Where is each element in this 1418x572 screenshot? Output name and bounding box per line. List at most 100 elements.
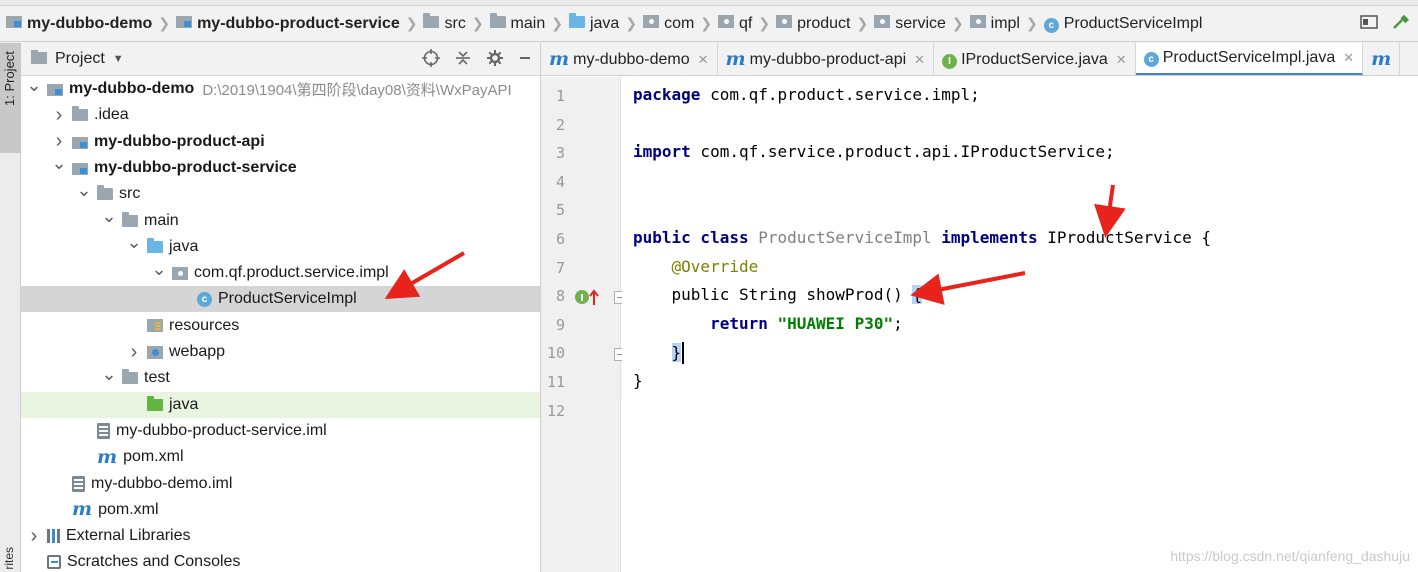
code-token: @Override xyxy=(671,256,759,276)
line-number: 4 xyxy=(555,172,565,191)
watermark-text: https://blog.csdn.net/qianfeng_dashuju xyxy=(1170,548,1410,564)
tree-item[interactable]: › webapp xyxy=(21,339,540,365)
tree-item[interactable]: resources xyxy=(21,313,540,339)
project-tool-button[interactable]: 1: Project xyxy=(0,43,21,153)
chevron-right-icon: ❯ xyxy=(405,15,418,31)
code-line[interactable]: public class ProductServiceImpl implemen… xyxy=(633,228,1211,247)
tree-item[interactable]: ⌄ java xyxy=(21,232,540,260)
project-tool-window: Project ▼ ⌄ my-dubbo-demo D:\2019\1904\第四阶… xyxy=(21,43,541,572)
close-icon[interactable]: ✕ xyxy=(1343,50,1354,66)
breadcrumb-item[interactable]: c ProductServiceImpl xyxy=(1043,6,1209,42)
code-line[interactable]: } xyxy=(633,342,685,365)
tree-item[interactable]: java xyxy=(21,391,540,418)
breadcrumb-item[interactable]: my-dubbo-demo ❯ xyxy=(6,6,176,42)
tree-item[interactable]: ⌄ test xyxy=(21,364,540,391)
chevron-down-icon[interactable]: ⌄ xyxy=(26,75,41,96)
maven-icon: m xyxy=(725,47,746,70)
tree-item[interactable]: my-dubbo-demo.iml xyxy=(21,471,540,497)
tree-item[interactable]: ⌄ my-dubbo-product-service xyxy=(21,153,540,181)
tree-item[interactable]: c ProductServiceImpl xyxy=(21,286,540,313)
project-panel-tools xyxy=(422,43,532,76)
module-folder-icon xyxy=(72,135,88,149)
project-tool-label: 1: Project xyxy=(2,51,17,106)
code-line[interactable]: import com.qf.service.product.api.IProdu… xyxy=(633,142,1115,161)
breadcrumb-label: ProductServiceImpl xyxy=(1063,14,1203,32)
matched-brace: { xyxy=(912,285,922,305)
build-hammer-icon[interactable] xyxy=(1392,14,1410,34)
favorites-tool-label[interactable]: rites xyxy=(2,547,16,570)
folder-icon xyxy=(423,12,440,28)
editor-tab[interactable]: m my-dubbo-product-api ✕ xyxy=(718,43,935,75)
breadcrumb-item[interactable]: impl ❯ xyxy=(969,6,1044,42)
code-line[interactable]: } xyxy=(633,371,643,390)
settings-gear-icon[interactable] xyxy=(486,49,504,71)
close-icon[interactable]: ✕ xyxy=(698,52,709,68)
chevron-down-icon[interactable]: ⌄ xyxy=(126,232,141,253)
breadcrumb-item[interactable]: qf ❯ xyxy=(718,6,776,42)
project-view-selector[interactable]: Project xyxy=(55,50,105,68)
chevron-down-icon[interactable]: ⌄ xyxy=(101,206,116,227)
code-token: package xyxy=(633,85,701,104)
close-icon[interactable]: ✕ xyxy=(1116,52,1127,68)
interface-icon: I xyxy=(942,53,958,69)
tree-item[interactable]: ⌄ main xyxy=(21,206,540,234)
line-number: 2 xyxy=(555,115,565,134)
module-folder-icon xyxy=(176,14,193,28)
chevron-down-icon[interactable]: ▼ xyxy=(113,53,124,65)
chevron-right-icon[interactable]: › xyxy=(27,525,41,548)
breadcrumb-item[interactable]: java ❯ xyxy=(568,6,643,42)
collapse-all-icon[interactable] xyxy=(454,49,472,71)
tree-item[interactable]: ⌄ my-dubbo-demo D:\2019\1904\第四阶段\day08\资料… xyxy=(21,75,540,102)
chevron-down-icon[interactable]: ⌄ xyxy=(51,153,66,174)
locate-target-icon[interactable] xyxy=(422,48,440,71)
editor-tab[interactable]: c ProductServiceImpl.java ✕ xyxy=(1135,43,1364,75)
code-line[interactable]: return "HUAWEI P30"; xyxy=(633,314,903,333)
class-icon: c xyxy=(197,291,212,307)
code-token: import xyxy=(633,142,691,162)
code-line[interactable]: @Override xyxy=(633,256,759,276)
code-area[interactable]: package com.qf.product.service.impl; impo… xyxy=(622,77,1418,572)
hide-panel-icon[interactable] xyxy=(518,49,532,71)
tab-overflow[interactable]: m xyxy=(1363,43,1401,75)
tree-item[interactable]: Scratches and Consoles xyxy=(21,549,540,572)
chevron-down-icon[interactable]: ⌄ xyxy=(101,364,116,385)
chevron-right-icon[interactable]: › xyxy=(52,130,66,153)
breadcrumb-item[interactable]: src ❯ xyxy=(423,6,489,42)
editor-tab[interactable]: m my-dubbo-demo ✕ xyxy=(541,43,718,75)
code-line[interactable]: public String showProd() { xyxy=(633,285,922,305)
tree-item[interactable]: › my-dubbo-product-api xyxy=(21,129,540,155)
tree-item[interactable]: my-dubbo-product-service.iml xyxy=(21,418,540,444)
implements-method-icon[interactable]: I xyxy=(574,287,600,311)
code-token: com.qf.service.product.api.IProductServi… xyxy=(690,142,1115,162)
code-line[interactable]: package com.qf.product.service.impl; xyxy=(633,85,980,104)
editor-gutter: 1 2 3 4 5 6 7 8 9 10 11 12 I xyxy=(541,77,627,572)
breadcrumb-item[interactable]: com ❯ xyxy=(643,6,718,42)
layout-toggle-icon[interactable] xyxy=(1360,14,1378,34)
chevron-right-icon[interactable]: › xyxy=(52,104,66,127)
tree-item[interactable]: ⌄ com.qf.product.service.impl xyxy=(21,259,540,286)
folder-icon xyxy=(72,106,88,122)
tab-label: my-dubbo-product-api xyxy=(749,50,907,68)
source-folder-icon xyxy=(568,12,585,28)
chevron-right-icon[interactable]: › xyxy=(127,341,141,364)
chevron-down-icon[interactable]: ⌄ xyxy=(76,180,91,201)
chevron-down-icon[interactable]: ⌄ xyxy=(151,259,166,280)
breadcrumb-item[interactable]: product ❯ xyxy=(776,6,874,42)
close-icon[interactable]: ✕ xyxy=(914,52,925,68)
breadcrumb-item[interactable]: main ❯ xyxy=(489,6,569,42)
tree-item[interactable]: m pom.xml xyxy=(21,444,540,470)
tree-item[interactable]: ⌄ src xyxy=(21,180,540,207)
breadcrumb-item[interactable]: service ❯ xyxy=(874,6,969,42)
tree-item[interactable]: › External Libraries xyxy=(21,523,540,549)
code-token: "HUAWEI P30" xyxy=(777,313,894,333)
breadcrumb-item[interactable]: my-dubbo-product-service ❯ xyxy=(176,6,423,42)
tree-item[interactable]: › .idea xyxy=(21,102,540,128)
line-number: 10 xyxy=(546,344,565,363)
code-editor: m my-dubbo-demo ✕ m my-dubbo-product-api ✕ I IP… xyxy=(541,43,1418,572)
tree-item[interactable]: m pom.xml xyxy=(21,497,540,523)
editor-tab[interactable]: I IProductService.java ✕ xyxy=(934,43,1136,75)
breadcrumb-label: my-dubbo-product-service xyxy=(197,14,400,32)
line-number: 1 xyxy=(555,87,565,105)
tab-label: my-dubbo-demo xyxy=(573,50,690,68)
